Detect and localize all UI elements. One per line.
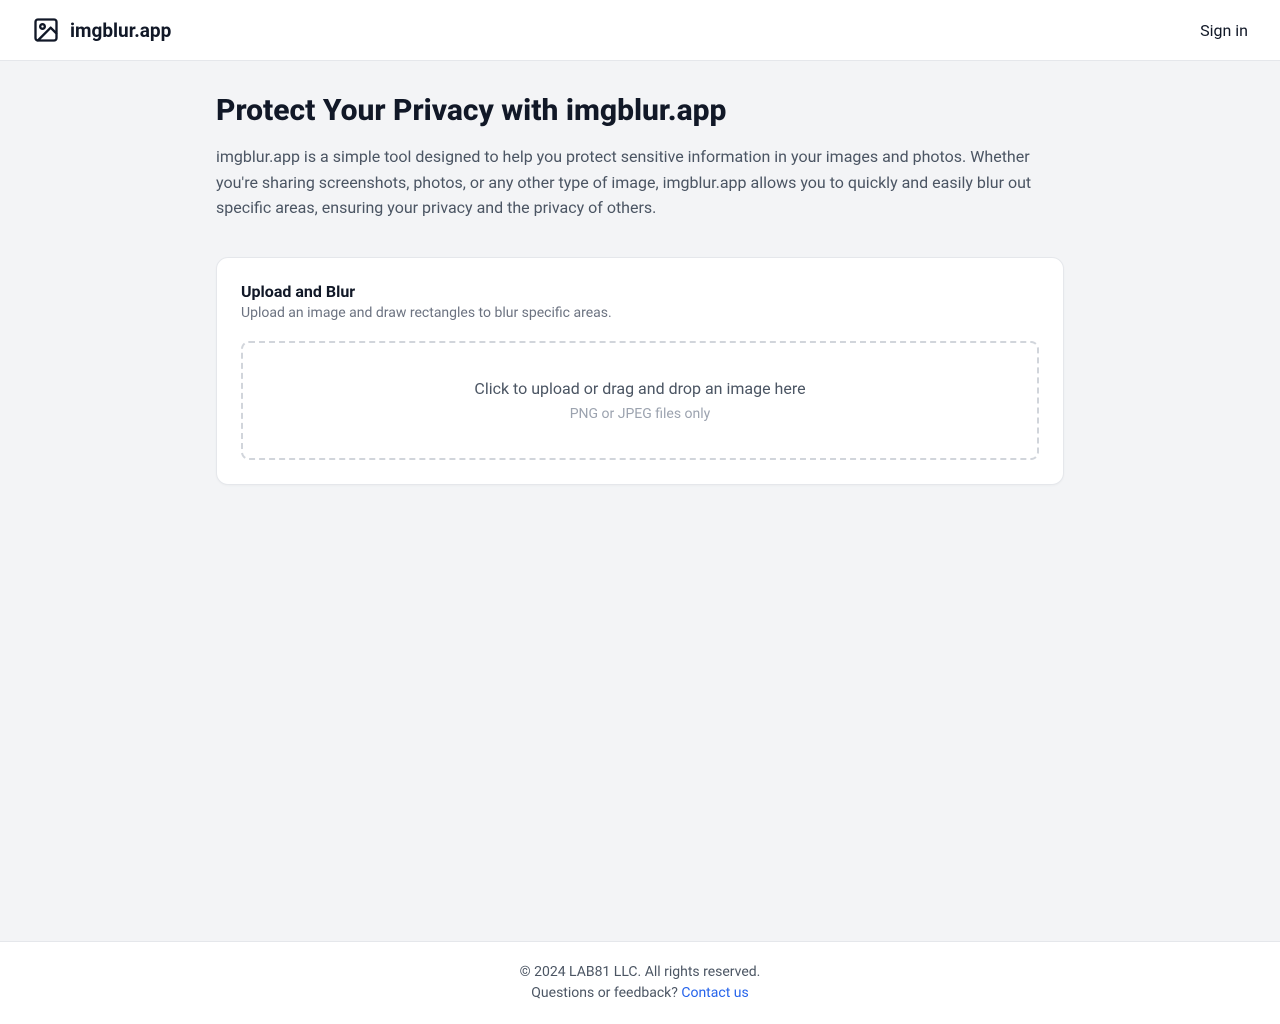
main-content: Protect Your Privacy with imgblur.app im… (0, 61, 1280, 941)
footer-feedback: Questions or feedback? Contact us (0, 983, 1280, 1004)
upload-card: Upload and Blur Upload an image and draw… (216, 257, 1064, 485)
upload-card-title: Upload and Blur (241, 282, 1039, 301)
dropzone-instruction: Click to upload or drag and drop an imag… (263, 379, 1017, 398)
footer-feedback-prefix: Questions or feedback? (531, 985, 681, 1001)
header: imgblur.app Sign in (0, 0, 1280, 61)
page-title: Protect Your Privacy with imgblur.app (216, 93, 1064, 128)
footer: © 2024 LAB81 LLC. All rights reserved. Q… (0, 941, 1280, 1024)
page-description: imgblur.app is a simple tool designed to… (216, 144, 1064, 221)
footer-copyright: © 2024 LAB81 LLC. All rights reserved. (0, 962, 1280, 983)
upload-dropzone[interactable]: Click to upload or drag and drop an imag… (241, 341, 1039, 460)
brand-lockup[interactable]: imgblur.app (32, 16, 171, 44)
image-icon (32, 16, 60, 44)
upload-card-subtitle: Upload an image and draw rectangles to b… (241, 305, 1039, 321)
brand-name: imgblur.app (70, 19, 171, 42)
content-container: Protect Your Privacy with imgblur.app im… (200, 93, 1080, 485)
contact-link[interactable]: Contact us (681, 985, 748, 1001)
dropzone-file-hint: PNG or JPEG files only (263, 406, 1017, 422)
signin-button[interactable]: Sign in (1200, 21, 1248, 40)
